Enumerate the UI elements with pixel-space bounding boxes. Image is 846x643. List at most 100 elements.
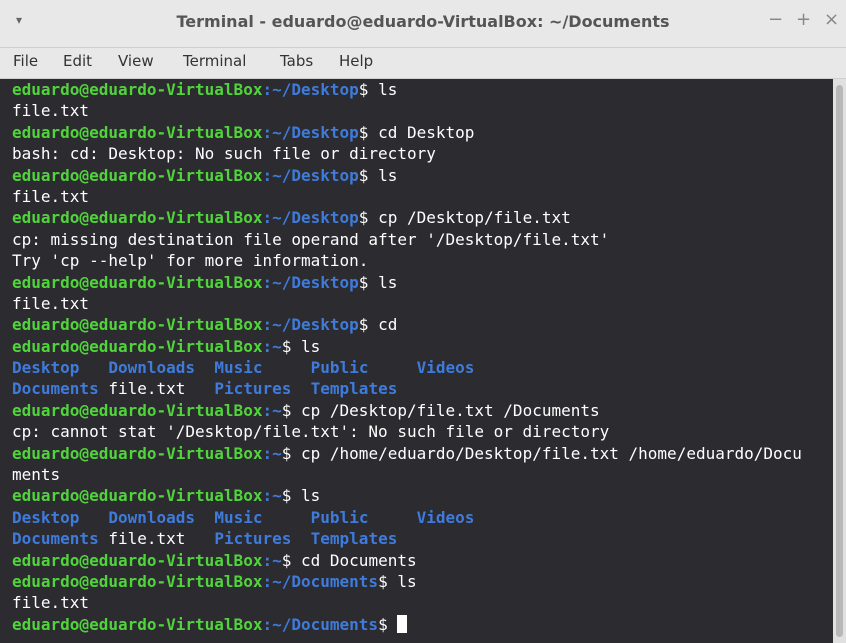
prompt-cwd: ~/Desktop [272,165,359,185]
directory-entry: Templates [310,379,398,399]
output-text: file.txt [12,186,90,206]
output-line: file.txt [12,592,802,613]
prompt-separator: : [262,336,273,356]
prompt-line: eduardo@eduardo-VirtualBox:~$ cp /Deskto… [12,400,802,421]
minimize-button[interactable]: − [768,10,783,30]
prompt-symbol: $ [358,315,369,335]
prompt-user: eduardo@eduardo-VirtualBox [12,614,263,634]
prompt-line: eduardo@eduardo-VirtualBox:~/Documents$ [12,614,802,635]
command-text: ls [387,571,417,591]
directory-entry: Music [214,358,263,378]
prompt-line: eduardo@eduardo-VirtualBox:~/Desktop$ ls [12,272,802,293]
menu-bar: File Edit View Terminal Tabs Help [0,48,846,79]
prompt-user: eduardo@eduardo-VirtualBox [12,336,263,356]
output-line: file.txt [12,186,802,207]
command-text: ls [291,486,321,506]
prompt-cwd: ~ [272,400,282,420]
prompt-user: eduardo@eduardo-VirtualBox [12,486,263,506]
file-entry: file.txt [108,529,186,549]
output-text: bash: cd: Desktop: No such file or direc… [12,144,436,164]
prompt-line: eduardo@eduardo-VirtualBox:~/Desktop$ cd [12,314,802,335]
prompt-symbol: $ [358,272,369,292]
menu-file[interactable]: File [13,52,38,70]
prompt-cwd: ~ [272,336,282,356]
prompt-symbol: $ [281,486,292,506]
prompt-separator: : [262,443,273,463]
terminal-window: ▾ Terminal - eduardo@eduardo-VirtualBox:… [0,0,846,643]
prompt-cwd: ~/Desktop [272,208,359,228]
menu-terminal[interactable]: Terminal [183,52,246,70]
title-bar[interactable]: ▾ Terminal - eduardo@eduardo-VirtualBox:… [0,0,846,48]
output-text: ments [12,465,61,485]
prompt-separator: : [262,208,273,228]
prompt-line: eduardo@eduardo-VirtualBox:~/Desktop$ cd… [12,122,802,143]
prompt-separator: : [262,272,273,292]
prompt-user: eduardo@eduardo-VirtualBox [12,165,263,185]
prompt-cwd: ~/Documents [272,571,379,591]
scrollbar-thumb[interactable] [836,85,843,637]
menu-help[interactable]: Help [339,52,373,70]
directory-entry: Downloads [108,507,196,527]
directory-entry: Music [214,507,263,527]
prompt-line: eduardo@eduardo-VirtualBox:~$ ls [12,336,802,357]
prompt-line: eduardo@eduardo-VirtualBox:~/Desktop$ ls [12,79,802,100]
directory-entry: Public [310,507,369,527]
command-text: ls [368,272,398,292]
prompt-cwd: ~/Desktop [272,272,359,292]
output-line: cp: cannot stat '/Desktop/file.txt': No … [12,421,802,442]
command-text: ls [368,80,398,99]
prompt-cwd: ~ [272,550,282,570]
directory-entry: Templates [310,529,398,549]
terminal-output[interactable]: eduardo@eduardo-VirtualBox:~/Desktop$ ls… [0,79,833,643]
menu-edit[interactable]: Edit [63,52,92,70]
prompt-cwd: ~/Documents [272,614,379,634]
output-line: bash: cd: Desktop: No such file or direc… [12,143,802,164]
ls-output-line: Documents file.txt Pictures Templates [12,528,802,549]
output-line: Try 'cp --help' for more information. [12,250,802,271]
output-text: file.txt [12,593,90,613]
window-title: Terminal - eduardo@eduardo-VirtualBox: ~… [176,12,670,31]
directory-entry: Pictures [214,379,292,399]
file-entry: file.txt [108,379,186,399]
prompt-symbol: $ [358,165,369,185]
prompt-separator: : [262,80,273,99]
command-text: cp /Desktop/file.txt [368,208,571,228]
menu-tabs[interactable]: Tabs [280,52,313,70]
ls-output-line: Desktop Downloads Music Public Videos [12,507,802,528]
menu-view[interactable]: View [118,52,154,70]
prompt-user: eduardo@eduardo-VirtualBox [12,122,263,142]
directory-entry: Downloads [108,358,196,378]
directory-entry: Documents [12,529,99,549]
prompt-separator: : [262,400,273,420]
prompt-symbol: $ [281,443,292,463]
command-text: cp /home/eduardo/Desktop/file.txt /home/… [291,443,802,463]
prompt-line: eduardo@eduardo-VirtualBox:~$ cp /home/e… [12,443,802,464]
prompt-symbol: $ [281,400,292,420]
directory-entry: Desktop [12,507,80,527]
output-text: cp: cannot stat '/Desktop/file.txt': No … [12,422,610,442]
prompt-symbol: $ [378,614,388,634]
prompt-symbol: $ [358,80,369,99]
prompt-user: eduardo@eduardo-VirtualBox [12,400,263,420]
prompt-cwd: ~ [272,486,282,506]
prompt-separator: : [262,315,273,335]
prompt-user: eduardo@eduardo-VirtualBox [12,571,263,591]
directory-entry: Desktop [12,358,80,378]
output-text: cp: missing destination file operand aft… [12,229,610,249]
scrollbar[interactable] [833,79,846,643]
output-line: ments [12,464,802,485]
maximize-button[interactable]: + [796,10,811,30]
directory-entry: Pictures [214,529,292,549]
prompt-separator: : [262,165,273,185]
prompt-user: eduardo@eduardo-VirtualBox [12,443,263,463]
output-line: file.txt [12,100,802,121]
prompt-separator: : [262,122,273,142]
output-line: file.txt [12,293,802,314]
command-text: cp /Desktop/file.txt /Documents [291,400,600,420]
prompt-symbol: $ [358,208,369,228]
directory-entry: Documents [12,379,99,399]
close-button[interactable]: × [824,10,839,30]
prompt-line: eduardo@eduardo-VirtualBox:~/Desktop$ ls [12,165,802,186]
command-text: cd Desktop [368,122,475,142]
prompt-separator: : [262,571,273,591]
